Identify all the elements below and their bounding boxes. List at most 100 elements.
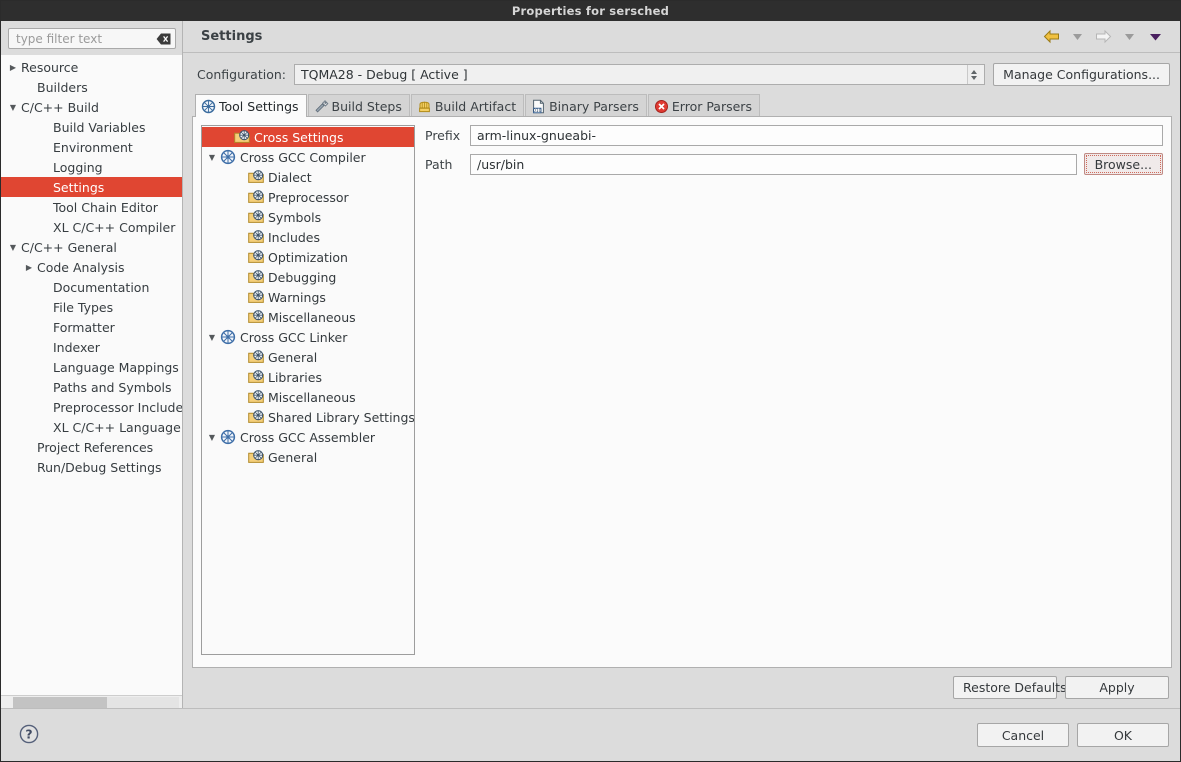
- forward-arrow-icon[interactable]: [1095, 29, 1112, 44]
- cancel-button[interactable]: Cancel: [977, 723, 1069, 747]
- restore-defaults-button[interactable]: Restore Defaults: [953, 676, 1067, 699]
- tool-tree-item-preprocessor[interactable]: Preprocessor: [202, 187, 414, 207]
- configuration-combo[interactable]: TQMA28 - Debug [ Active ]: [293, 64, 986, 85]
- sidebar-item-label: Settings: [53, 179, 105, 195]
- settings-sidebar: type filter text Resource Builders C/C++ B…: [1, 21, 183, 761]
- tabstrip: Tool Settings Build Steps Build Artifact 01…: [192, 94, 1172, 117]
- sidebar-item-paths-and-symbols[interactable]: Paths and Symbols: [1, 377, 182, 397]
- tab-binary-parsers[interactable]: 010 Binary Parsers: [525, 94, 647, 117]
- tool-tree-item-shared-library-settings[interactable]: Shared Library Settings: [202, 407, 414, 427]
- spinner-up-icon[interactable]: [971, 69, 978, 74]
- tool-tree-item-label: General: [268, 449, 318, 465]
- tree-twisty-open-icon[interactable]: [5, 103, 21, 112]
- sidebar-item-environment[interactable]: Environment: [1, 137, 182, 157]
- tool-tree-item-debugging[interactable]: Debugging: [202, 267, 414, 287]
- toolchain-wheel-icon: [220, 429, 236, 445]
- sidebar-item-label: Resource: [21, 59, 79, 75]
- sidebar-item-documentation[interactable]: Documentation: [1, 277, 182, 297]
- tool-tree-item-general[interactable]: General: [202, 347, 414, 367]
- tool-tree-item-label: Libraries: [268, 369, 322, 385]
- tab-build-steps[interactable]: Build Steps: [307, 94, 410, 117]
- filter-input[interactable]: type filter text: [8, 28, 176, 49]
- sidebar-item-code-analysis[interactable]: Code Analysis: [1, 257, 182, 277]
- tree-twisty-closed-icon[interactable]: [21, 263, 37, 272]
- prefix-input[interactable]: arm-linux-gnueabi-: [470, 125, 1163, 146]
- tab-tool-settings[interactable]: Tool Settings: [195, 94, 307, 117]
- path-row: Path /usr/bin Browse...: [425, 153, 1163, 175]
- back-history-dropdown-icon[interactable]: [1069, 29, 1086, 44]
- apply-button[interactable]: Apply: [1065, 676, 1169, 699]
- binary-parsers-icon: 010: [531, 99, 546, 114]
- sidebar-item-c-c-build[interactable]: C/C++ Build: [1, 97, 182, 117]
- path-input[interactable]: /usr/bin: [470, 153, 1077, 175]
- configuration-spinner[interactable]: [967, 65, 981, 84]
- tool-tree-item-label: Cross GCC Linker: [240, 329, 348, 345]
- back-arrow-icon[interactable]: [1043, 29, 1060, 44]
- tool-tree-item-dialect[interactable]: Dialect: [202, 167, 414, 187]
- tool-tree-item-label: Cross GCC Compiler: [240, 149, 366, 165]
- tab-build-artifact[interactable]: Build Artifact: [410, 94, 525, 117]
- sidebar-item-run-debug-settings[interactable]: Run/Debug Settings: [1, 457, 182, 477]
- tab-error-parsers[interactable]: Error Parsers: [647, 94, 760, 117]
- svg-text:010: 010: [533, 107, 542, 113]
- prefix-label: Prefix: [425, 128, 461, 143]
- sidebar-item-resource[interactable]: Resource: [1, 57, 182, 77]
- properties-dialog: Properties for sersched type filter text…: [0, 0, 1181, 762]
- settings-tree[interactable]: Resource Builders C/C++ Build Build Variabl…: [1, 55, 182, 695]
- svg-text:?: ?: [25, 726, 32, 741]
- tool-settings-panel: Cross Settings Cross GCC Compiler Dialect P…: [192, 116, 1172, 668]
- tree-twisty-open-icon[interactable]: [5, 243, 21, 252]
- prefix-value: arm-linux-gnueabi-: [477, 128, 597, 143]
- clear-backspace-icon[interactable]: [156, 33, 171, 45]
- sidebar-item-xl-c-c-language[interactable]: XL C/C++ Language (: [1, 417, 182, 437]
- help-question-icon[interactable]: ?: [19, 724, 39, 747]
- error-parsers-icon: [654, 99, 669, 114]
- spinner-down-icon[interactable]: [971, 75, 978, 80]
- tool-tree-item-general[interactable]: General: [202, 447, 414, 467]
- folder-tool-icon: [248, 449, 264, 465]
- sidebar-item-logging[interactable]: Logging: [1, 157, 182, 177]
- tool-tree-item-label: Dialect: [268, 169, 312, 185]
- tool-tree-item-label: Symbols: [268, 209, 322, 225]
- tool-tree-item-symbols[interactable]: Symbols: [202, 207, 414, 227]
- tool-tree-item-cross-gcc-compiler[interactable]: Cross GCC Compiler: [202, 147, 414, 167]
- tool-tree-item-miscellaneous[interactable]: Miscellaneous: [202, 307, 414, 327]
- forward-history-dropdown-icon[interactable]: [1121, 29, 1138, 44]
- browse-button[interactable]: Browse...: [1083, 153, 1163, 175]
- tool-tree[interactable]: Cross Settings Cross GCC Compiler Dialect P…: [201, 125, 415, 655]
- sidebar-item-settings[interactable]: Settings: [1, 177, 182, 197]
- tool-tree-item-miscellaneous[interactable]: Miscellaneous: [202, 387, 414, 407]
- sidebar-item-label: Preprocessor Include: [53, 399, 182, 415]
- tool-tree-item-warnings[interactable]: Warnings: [202, 287, 414, 307]
- sidebar-item-c-c-general[interactable]: C/C++ General: [1, 237, 182, 257]
- tree-twisty-open-icon[interactable]: [204, 333, 220, 342]
- tree-twisty-closed-icon[interactable]: [5, 63, 21, 72]
- sidebar-item-label: Build Variables: [53, 119, 146, 135]
- folder-tool-icon: [248, 209, 264, 225]
- sidebar-item-language-mappings[interactable]: Language Mappings: [1, 357, 182, 377]
- view-menu-icon[interactable]: [1147, 29, 1164, 44]
- sidebar-hscrollbar[interactable]: [1, 695, 182, 709]
- ok-button[interactable]: OK: [1077, 723, 1169, 747]
- tool-tree-item-cross-gcc-linker[interactable]: Cross GCC Linker: [202, 327, 414, 347]
- sidebar-item-project-references[interactable]: Project References: [1, 437, 182, 457]
- tool-tree-item-optimization[interactable]: Optimization: [202, 247, 414, 267]
- tool-tree-item-label: Optimization: [268, 249, 348, 265]
- tool-tree-item-includes[interactable]: Includes: [202, 227, 414, 247]
- tool-tree-item-label: Cross Settings: [254, 129, 344, 145]
- tool-tree-item-cross-settings[interactable]: Cross Settings: [202, 127, 414, 147]
- sidebar-item-tool-chain-editor[interactable]: Tool Chain Editor: [1, 197, 182, 217]
- sidebar-item-build-variables[interactable]: Build Variables: [1, 117, 182, 137]
- sidebar-item-indexer[interactable]: Indexer: [1, 337, 182, 357]
- tree-twisty-open-icon[interactable]: [204, 153, 220, 162]
- manage-configurations-button[interactable]: Manage Configurations...: [993, 63, 1170, 86]
- sidebar-item-formatter[interactable]: Formatter: [1, 317, 182, 337]
- configuration-row: Configuration: TQMA28 - Debug [ Active ]…: [183, 53, 1180, 94]
- sidebar-item-builders[interactable]: Builders: [1, 77, 182, 97]
- tool-tree-item-cross-gcc-assembler[interactable]: Cross GCC Assembler: [202, 427, 414, 447]
- sidebar-item-preprocessor-include[interactable]: Preprocessor Include: [1, 397, 182, 417]
- sidebar-item-xl-c-c-compiler[interactable]: XL C/C++ Compiler: [1, 217, 182, 237]
- tool-tree-item-libraries[interactable]: Libraries: [202, 367, 414, 387]
- tree-twisty-open-icon[interactable]: [204, 433, 220, 442]
- sidebar-item-file-types[interactable]: File Types: [1, 297, 182, 317]
